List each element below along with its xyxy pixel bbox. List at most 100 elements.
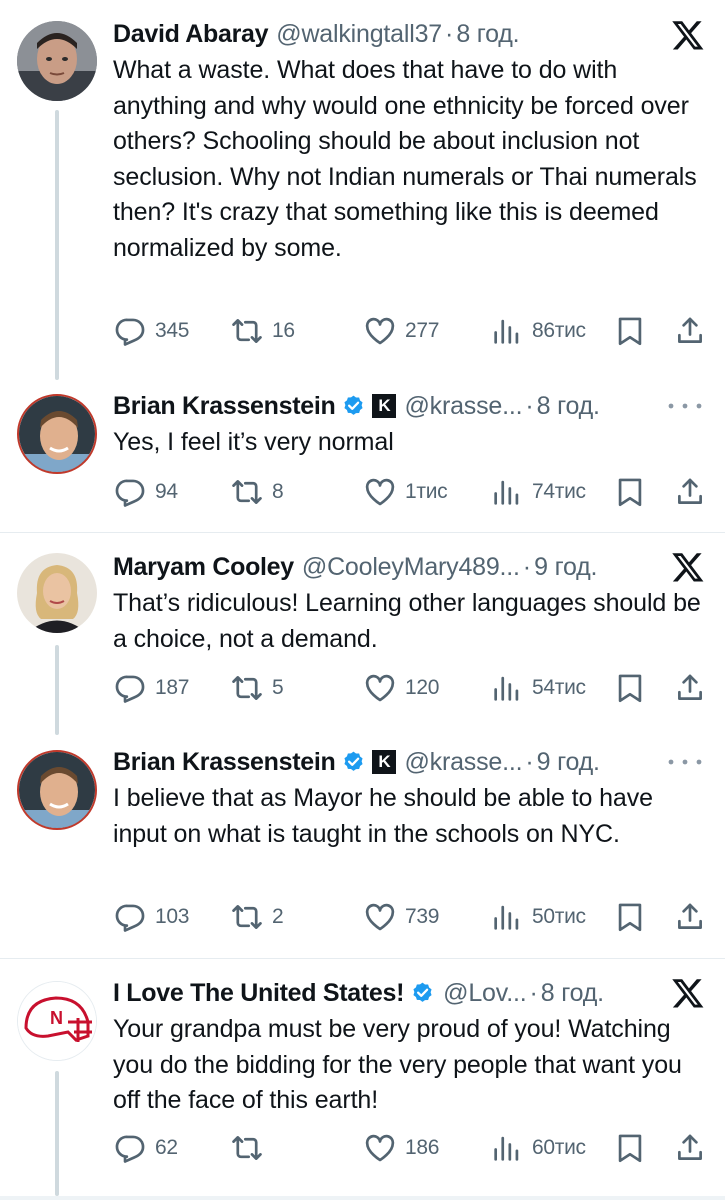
views-count: 50тис (532, 905, 586, 928)
avatar[interactable] (17, 21, 97, 101)
like-count: 1тис (405, 480, 448, 503)
views-button[interactable]: 54тис (490, 671, 586, 705)
avatar[interactable] (17, 553, 97, 633)
more-icon[interactable] (665, 757, 705, 767)
timestamp[interactable]: 8 год. (537, 392, 600, 421)
reply-button[interactable]: 187 (113, 671, 189, 705)
share-button[interactable] (673, 314, 707, 348)
repost-button[interactable]: 5 (230, 671, 284, 705)
author-name[interactable]: Maryam Cooley (113, 553, 294, 582)
views-icon (494, 319, 519, 344)
bookmark-icon (618, 317, 642, 346)
like-button[interactable]: 120 (363, 671, 439, 705)
verified-badge-icon (341, 750, 366, 775)
reply-count: 103 (155, 905, 190, 928)
views-icon (494, 480, 519, 505)
tweet-david-abaray[interactable]: David Abaray @walkingtall37 · 8 год. Wha… (0, 0, 725, 380)
author-handle[interactable]: @walkingtall37 (276, 20, 442, 49)
share-button[interactable] (673, 1131, 707, 1165)
more-icon[interactable] (665, 401, 705, 411)
tweet-actions: 94 8 1тис 74тис (113, 475, 713, 509)
timestamp[interactable]: 9 год. (534, 553, 597, 582)
reply-button[interactable]: 345 (113, 314, 189, 348)
reply-button[interactable]: 103 (113, 900, 189, 934)
tweet-actions: 187 5 120 54тис (113, 671, 713, 705)
tweet-actions: 103 2 739 50тис (113, 900, 713, 934)
like-count: 186 (405, 1136, 440, 1159)
affiliate-badge-icon[interactable]: K (372, 750, 397, 774)
reply-count: 94 (155, 480, 178, 503)
avatar[interactable] (17, 394, 97, 474)
helmet-letter: N (50, 1008, 63, 1028)
reply-icon (115, 479, 145, 507)
tweet-header: I Love The United States! @Lov... · 8 го… (113, 976, 725, 1010)
author-handle[interactable]: @krasse... (404, 392, 522, 421)
reply-count: 345 (155, 319, 190, 342)
repost-icon (232, 1136, 262, 1160)
verified-badge-icon (341, 394, 366, 419)
repost-button[interactable]: 16 (230, 314, 295, 348)
share-button[interactable] (673, 671, 707, 705)
repost-button[interactable]: 8 (230, 475, 284, 509)
avatar-photo (19, 752, 95, 828)
share-button[interactable] (673, 475, 707, 509)
tweet-actions: 345 16 277 86тис (113, 314, 713, 348)
repost-icon (232, 905, 262, 929)
bookmark-button[interactable] (613, 314, 647, 348)
tweet-text: That’s ridiculous! Learning other langua… (113, 589, 701, 653)
tweet-brian-krassenstein-1[interactable]: Brian Krassenstein K @krasse... · 8 год.… (0, 370, 725, 532)
reply-button[interactable]: 94 (113, 475, 178, 509)
tweet-header: Brian Krassenstein K @krasse... · 8 год. (113, 389, 725, 423)
timestamp[interactable]: 9 год. (537, 748, 600, 777)
views-button[interactable]: 50тис (490, 900, 586, 934)
separator: · (525, 391, 534, 420)
share-icon (678, 317, 702, 343)
reply-button[interactable]: 62 (113, 1131, 178, 1165)
share-icon (678, 903, 702, 929)
author-name[interactable]: Brian Krassenstein (113, 748, 336, 777)
views-count: 74тис (532, 480, 586, 503)
timestamp[interactable]: 8 год. (456, 20, 519, 49)
author-name[interactable]: I Love The United States! (113, 979, 404, 1008)
author-name[interactable]: Brian Krassenstein (113, 392, 336, 421)
repost-button[interactable] (230, 1131, 272, 1165)
like-count: 739 (405, 905, 440, 928)
views-count: 54тис (532, 676, 586, 699)
share-button[interactable] (673, 900, 707, 934)
avatar[interactable] (17, 750, 97, 830)
x-logo-icon[interactable] (671, 550, 705, 584)
reply-count: 62 (155, 1136, 178, 1159)
bookmark-button[interactable] (613, 900, 647, 934)
bookmark-button[interactable] (613, 1131, 647, 1165)
author-handle[interactable]: @CooleyMary489... (302, 553, 520, 582)
repost-count: 8 (272, 480, 284, 503)
tweet-brian-krassenstein-2[interactable]: Brian Krassenstein K @krasse... · 9 год.… (0, 728, 725, 958)
avatar-photo (19, 396, 95, 472)
verified-badge-icon (410, 981, 435, 1006)
timestamp[interactable]: 8 год. (541, 979, 604, 1008)
views-button[interactable]: 86тис (490, 314, 586, 348)
avatar[interactable]: N (17, 981, 97, 1061)
helmet-logo-icon: N (18, 982, 96, 1060)
separator: · (444, 19, 454, 48)
author-name[interactable]: David Abaray (113, 20, 269, 49)
bookmark-button[interactable] (613, 475, 647, 509)
bookmark-icon (618, 478, 642, 507)
author-handle[interactable]: @krasse... (404, 748, 522, 777)
repost-button[interactable]: 2 (230, 900, 284, 934)
tweet-maryam-cooley[interactable]: Maryam Cooley @CooleyMary489... · 9 год.… (0, 533, 725, 735)
x-logo-icon[interactable] (671, 18, 705, 52)
tweet-i-love-the-united-states[interactable]: N I Love The United States! @Lov... · 8 … (0, 959, 725, 1196)
like-icon (365, 1134, 395, 1162)
author-handle[interactable]: @Lov... (443, 979, 526, 1008)
bookmark-button[interactable] (613, 671, 647, 705)
affiliate-badge-icon[interactable]: K (372, 394, 397, 418)
like-button[interactable]: 739 (363, 900, 439, 934)
like-button[interactable]: 186 (363, 1131, 439, 1165)
x-logo-icon[interactable] (671, 976, 705, 1010)
views-button[interactable]: 60тис (490, 1131, 586, 1165)
avatar-photo (17, 553, 97, 633)
like-button[interactable]: 1тис (363, 475, 448, 509)
like-button[interactable]: 277 (363, 314, 439, 348)
views-button[interactable]: 74тис (490, 475, 586, 509)
